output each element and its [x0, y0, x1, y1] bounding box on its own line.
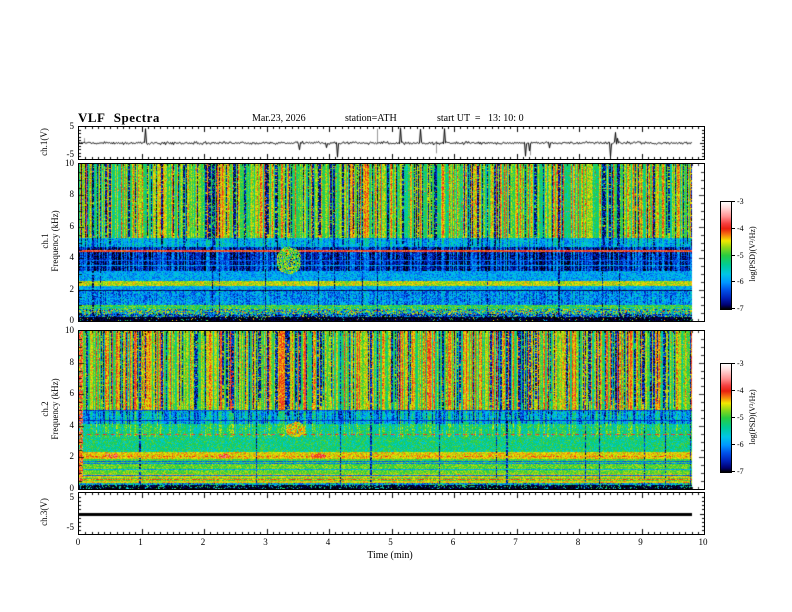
colorbar-ch2 — [720, 363, 732, 473]
freq-tick-label: 4 — [69, 252, 75, 263]
time-tick-label: 9 — [638, 537, 643, 547]
colorbar-tick-label: -3 — [737, 359, 744, 368]
colorbar-tick — [731, 444, 735, 445]
colorbar-tick-label: -4 — [737, 223, 744, 233]
ch2-label-line1: ch.2 — [40, 401, 50, 417]
time-axis-label: Time (min) — [367, 550, 413, 561]
time-tick-label: 6 — [450, 537, 456, 547]
time-tick-label: 1 — [138, 537, 143, 547]
ch1-waveform-canvas — [79, 127, 704, 159]
colorbar-tick-label: -4 — [737, 386, 744, 395]
freq-tick-label: 6 — [69, 388, 75, 399]
colorbar-tick-label: -7 — [737, 304, 744, 313]
colorbar-tick — [731, 390, 735, 391]
colorbar-tick — [731, 201, 735, 202]
ch1-waveform-panel — [78, 126, 705, 160]
time-tick-label: 3 — [263, 537, 268, 547]
colorbar-tick — [731, 471, 735, 472]
start-ut-label: start UT = 13: 10: 0 — [437, 113, 524, 124]
freq-tick-label: 8 — [69, 189, 75, 200]
ch3-waveform-panel — [78, 492, 705, 535]
time-tick-label: 7 — [513, 537, 518, 547]
ch3-ymin-label: -5 — [66, 522, 75, 532]
colorbar-tick-label: -7 — [737, 467, 744, 476]
time-tick-label: 10 — [698, 537, 708, 547]
freq-tick-label: 2 — [69, 283, 75, 294]
time-tick-label: 0 — [75, 537, 81, 547]
ch2-spectrogram-panel — [78, 330, 705, 490]
vlf-spectra-figure: VLF Spectra Mar.23, 2026 station=ATH sta… — [0, 0, 792, 612]
ch2-spectrogram-canvas — [79, 331, 704, 489]
time-tick-label: 8 — [575, 537, 581, 547]
ch1-label-line2: Frequency (kHz) — [50, 210, 60, 272]
time-tick-label: 5 — [388, 537, 393, 547]
colorbar-tick — [731, 308, 735, 309]
ch3-axis-label: ch.3(V) — [39, 498, 49, 526]
colorbar-tick — [731, 227, 735, 229]
time-tick-label: 4 — [325, 537, 331, 547]
freq-tick-label: 8 — [69, 356, 75, 367]
ch1-label-line1: ch.1 — [40, 233, 50, 249]
freq-tick-label: 0 — [69, 483, 75, 493]
colorbar-tick — [731, 254, 735, 256]
colorbar-ch1 — [720, 201, 732, 310]
station-label: station=ATH — [345, 113, 397, 124]
figure-title: VLF Spectra — [78, 110, 160, 125]
freq-tick-label: 10 — [65, 325, 74, 335]
time-tick-label: 2 — [200, 537, 206, 547]
colorbar-tick-label: -5 — [737, 250, 744, 260]
colorbar-tick-label: -6 — [737, 277, 744, 287]
ch1-wave-axis-label: ch.1(V) — [39, 128, 49, 156]
freq-tick-label: 2 — [69, 451, 75, 462]
freq-tick-label: 0 — [69, 315, 75, 325]
colorbar-tick-label: -6 — [737, 440, 744, 449]
freq-tick-label: 4 — [69, 419, 75, 430]
colorbar-tick-label: -5 — [737, 413, 744, 422]
ch1-spectrogram-axis-label: ch.1 Frequency (kHz) — [40, 210, 60, 271]
freq-tick-label: 6 — [69, 220, 75, 231]
ch1-spectrogram-panel — [78, 163, 705, 322]
colorbar-tick — [731, 417, 735, 418]
ch3-ymax-label: 5 — [69, 492, 75, 502]
ch3-waveform-canvas — [79, 493, 704, 534]
colorbar-tick-label: -3 — [737, 197, 744, 206]
freq-tick-label: 10 — [65, 158, 74, 168]
colorbar-tick — [731, 363, 735, 364]
ch1-spectrogram-canvas — [79, 164, 704, 321]
colorbar-tick — [731, 281, 735, 283]
ch1-wave-ymax-label: 5 — [69, 121, 75, 131]
date-label: Mar.23, 2026 — [252, 113, 306, 124]
